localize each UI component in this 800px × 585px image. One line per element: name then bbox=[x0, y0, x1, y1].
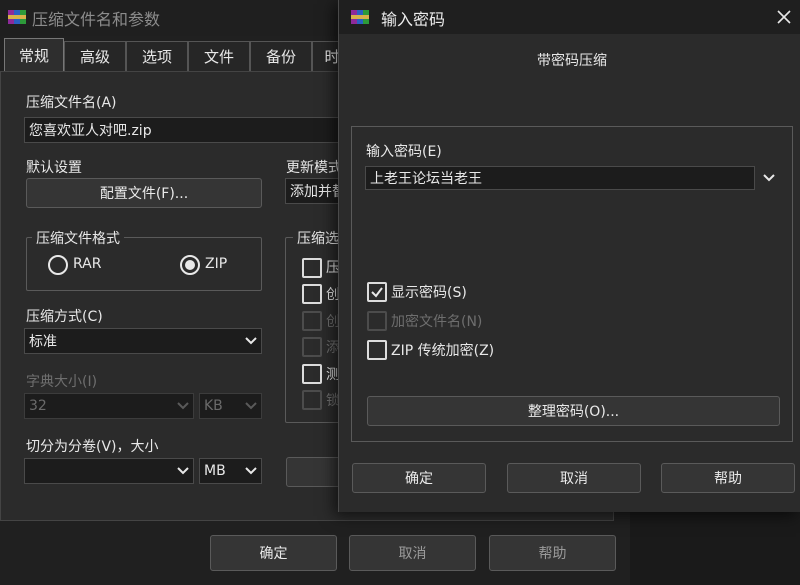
zip-legacy-encryption-checkbox[interactable] bbox=[367, 340, 387, 360]
option-checkbox-5[interactable] bbox=[302, 364, 322, 384]
ok-button[interactable]: 确定 bbox=[352, 463, 486, 493]
password-label: 输入密码(E) bbox=[366, 144, 442, 160]
winrar-app-icon bbox=[351, 8, 369, 26]
archive-name-input[interactable]: 您喜欢亚人对吧.zip bbox=[24, 117, 354, 143]
chevron-down-icon bbox=[242, 397, 260, 415]
chevron-down-icon[interactable] bbox=[174, 462, 192, 480]
tab-options[interactable]: 选项 bbox=[126, 41, 188, 71]
compression-method-select[interactable]: 标准 bbox=[24, 328, 262, 354]
window-title: 压缩文件名和参数 bbox=[32, 10, 161, 29]
split-volumes-label: 切分为分卷(V)，大小 bbox=[26, 439, 159, 455]
encrypt-filenames-label: 加密文件名(N) bbox=[391, 314, 483, 330]
help-button[interactable]: 帮助 bbox=[661, 463, 795, 493]
zip-radio[interactable] bbox=[180, 255, 200, 275]
dictionary-unit-value: KB bbox=[204, 398, 223, 414]
cancel-button[interactable]: 取消 bbox=[507, 463, 641, 493]
tab-general[interactable]: 常规 bbox=[4, 38, 64, 72]
default-settings-label: 默认设置 bbox=[26, 160, 82, 176]
winrar-app-icon bbox=[8, 8, 26, 26]
tab-backup[interactable]: 备份 bbox=[250, 41, 312, 71]
tab-files[interactable]: 文件 bbox=[188, 41, 250, 71]
profiles-button[interactable]: 配置文件(F)... bbox=[26, 178, 262, 208]
update-mode-label: 更新模式 bbox=[286, 160, 342, 176]
dialog-subtitle: 带密码压缩 bbox=[537, 53, 607, 69]
dictionary-size-label: 字典大小(I) bbox=[26, 374, 98, 390]
archive-format-group-label: 压缩文件格式 bbox=[32, 228, 124, 248]
split-unit-value: MB bbox=[204, 463, 226, 479]
dialog-title: 输入密码 bbox=[381, 10, 446, 29]
option-checkbox-1[interactable] bbox=[302, 258, 322, 278]
rar-radio-label[interactable]: RAR bbox=[73, 256, 101, 272]
password-input[interactable]: 上老王论坛当老王 bbox=[365, 166, 755, 190]
split-size-input[interactable] bbox=[24, 458, 194, 484]
show-password-label[interactable]: 显示密码(S) bbox=[391, 282, 467, 302]
chevron-down-icon bbox=[174, 397, 192, 415]
organize-passwords-button[interactable]: 整理密码(O)... bbox=[367, 396, 780, 426]
encrypt-filenames-checkbox bbox=[367, 311, 387, 331]
close-icon[interactable] bbox=[769, 2, 799, 32]
compression-method-value: 标准 bbox=[29, 334, 57, 350]
chevron-down-icon[interactable] bbox=[242, 332, 260, 350]
help-button[interactable]: 帮助 bbox=[489, 535, 616, 571]
compression-method-label: 压缩方式(C) bbox=[26, 309, 103, 325]
show-password-checkbox[interactable] bbox=[367, 282, 387, 302]
rar-radio[interactable] bbox=[48, 255, 68, 275]
dictionary-size-value: 32 bbox=[29, 398, 47, 414]
option-checkbox-6 bbox=[302, 390, 322, 410]
option-checkbox-3 bbox=[302, 311, 322, 331]
option-checkbox-4 bbox=[302, 337, 322, 357]
option-checkbox-2[interactable] bbox=[302, 284, 322, 304]
chevron-down-icon[interactable] bbox=[242, 462, 260, 480]
tab-advanced[interactable]: 高级 bbox=[64, 41, 126, 71]
zip-legacy-encryption-label[interactable]: ZIP 传统加密(Z) bbox=[391, 340, 494, 360]
cancel-button[interactable]: 取消 bbox=[349, 535, 476, 571]
zip-radio-label[interactable]: ZIP bbox=[205, 256, 227, 272]
archive-options-group-label: 压缩选 bbox=[293, 228, 343, 248]
archive-name-label: 压缩文件名(A) bbox=[26, 95, 117, 111]
chevron-down-icon[interactable] bbox=[760, 169, 778, 187]
ok-button[interactable]: 确定 bbox=[210, 535, 337, 571]
dictionary-size-select: 32 bbox=[24, 393, 194, 419]
password-dialog: 输入密码 带密码压缩 输入密码(E) 上老王论坛当老王 显示密码(S) 加密文件… bbox=[338, 0, 800, 512]
dialog-title-bar: 输入密码 bbox=[339, 0, 800, 34]
